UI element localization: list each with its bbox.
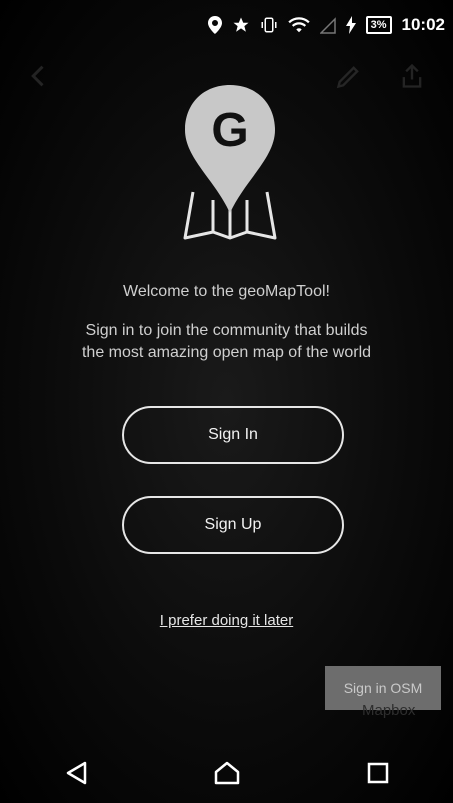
battery-icon: 3% xyxy=(365,16,392,34)
nav-recents-icon[interactable] xyxy=(358,753,398,793)
subtitle-line-2: the most amazing open map of the world xyxy=(81,344,372,361)
vibrate-icon xyxy=(260,16,278,34)
sign-up-label: Sign Up xyxy=(204,516,262,533)
signal-icon xyxy=(319,16,336,34)
subtitle-text: Sign in to join the community that build… xyxy=(30,320,423,364)
location-icon xyxy=(207,16,222,34)
back-icon[interactable] xyxy=(25,62,53,90)
status-time: 10:02 xyxy=(401,15,445,34)
prefer-later-link[interactable]: I prefer doing it later xyxy=(0,612,453,629)
welcome-text: Welcome to the geoMapTool! xyxy=(123,283,330,300)
sign-in-label: Sign In xyxy=(208,426,258,443)
app-screen: 3% 10:02 G Welcome to the geoMapTool! Si… xyxy=(0,0,453,803)
nav-home-icon[interactable] xyxy=(207,753,247,793)
status-bar: 3% 10:02 xyxy=(0,0,453,50)
edit-icon[interactable] xyxy=(335,62,363,90)
charging-icon xyxy=(345,16,356,34)
logo-letter: G xyxy=(211,104,248,157)
share-icon[interactable] xyxy=(398,62,426,90)
subtitle-line-1: Sign in to join the community that build… xyxy=(85,322,368,339)
nav-back-icon[interactable] xyxy=(56,753,96,793)
app-logo: G xyxy=(175,80,285,245)
sign-in-button[interactable]: Sign In xyxy=(122,406,344,464)
sign-up-button[interactable]: Sign Up xyxy=(122,496,344,554)
mapbox-attribution: Mapbox xyxy=(362,702,416,719)
star-icon xyxy=(232,16,250,34)
system-nav-bar xyxy=(0,742,453,803)
wifi-icon xyxy=(287,16,310,34)
